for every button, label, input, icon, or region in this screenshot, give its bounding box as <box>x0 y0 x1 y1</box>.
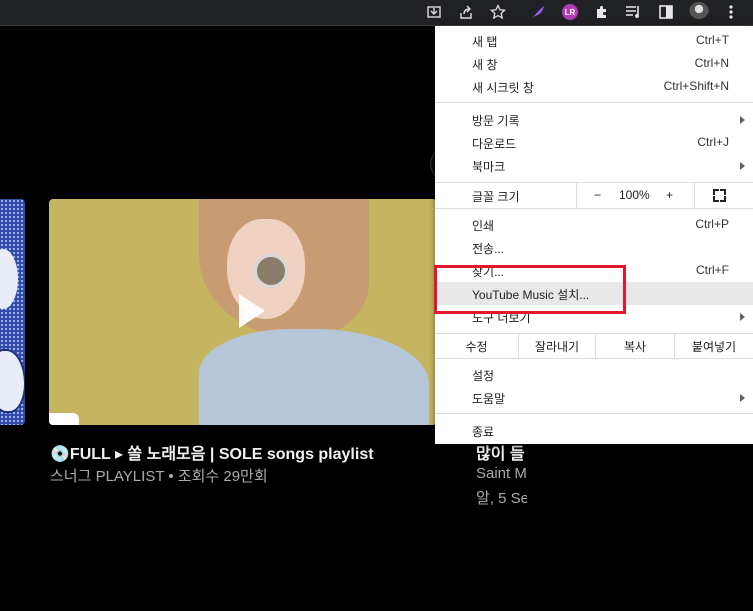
edit-label: 수정 <box>465 339 488 354</box>
lr-extension-icon[interactable]: LR <box>559 1 581 23</box>
menu-label: 새 탭 <box>472 35 498 49</box>
avatar-image <box>689 2 709 22</box>
thumb-chip <box>49 413 79 425</box>
menu-divider <box>435 413 753 414</box>
menu-label: 설정 <box>472 369 495 383</box>
next-video-stats: 알, 5 Se <box>476 490 527 507</box>
menu-shortcut: Ctrl+P <box>695 217 729 231</box>
menu-help[interactable]: 도움말 <box>435 386 753 409</box>
zoom-out-button[interactable]: − <box>594 188 601 202</box>
zoom-divider <box>576 183 577 208</box>
browser-toolbar: LR <box>0 0 753 26</box>
menu-zoom-row: 글꼴 크기 − 100% + <box>435 183 753 208</box>
next-video-channel: Saint M <box>476 465 527 482</box>
thumb-art <box>254 254 288 288</box>
menu-shortcut: Ctrl+Shift+N <box>663 79 729 93</box>
zoom-divider <box>694 183 695 208</box>
zoom-label: 글꼴 크기 <box>472 190 520 204</box>
thumb-art <box>199 329 429 425</box>
menu-divider <box>435 208 753 209</box>
menu-downloads[interactable]: 다운로드 Ctrl+J <box>435 131 753 154</box>
menu-label: 북마크 <box>472 160 506 174</box>
video-meta: 스너그 PLAYLIST • 조회수 29만회 <box>50 468 268 485</box>
copy-button[interactable]: 복사 <box>596 334 674 358</box>
bookmark-star-icon[interactable] <box>487 1 509 23</box>
cut-button[interactable]: 잘라내기 <box>519 334 595 358</box>
fullscreen-icon[interactable] <box>713 189 726 202</box>
menu-new-window[interactable]: 새 창 Ctrl+N <box>435 52 753 75</box>
thumb-art <box>0 349 25 413</box>
lr-badge: LR <box>562 4 578 20</box>
video-title[interactable]: 💿FULL ▸ 쏠 노래모음 | SOLE songs playlist <box>50 440 374 464</box>
thumb-art <box>0 249 18 309</box>
submenu-arrow-icon <box>740 116 745 124</box>
side-panel-icon[interactable] <box>655 1 677 23</box>
submenu-arrow-icon <box>740 162 745 170</box>
more-menu-icon[interactable] <box>720 1 742 23</box>
media-control-icon[interactable] <box>623 1 645 23</box>
paste-button[interactable]: 붙여넣기 <box>675 334 753 358</box>
highlight-box <box>434 265 626 314</box>
menu-shortcut: Ctrl+T <box>696 33 729 47</box>
menu-exit[interactable]: 종료 <box>435 419 753 442</box>
menu-shortcut: Ctrl+F <box>696 263 729 277</box>
menu-label: 다운로드 <box>472 137 517 151</box>
menu-divider <box>435 358 753 359</box>
profile-avatar[interactable] <box>688 1 710 23</box>
share-icon[interactable] <box>455 1 477 23</box>
previous-video-thumbnail[interactable] <box>0 199 25 425</box>
menu-label: 종료 <box>472 425 495 439</box>
browser-context-menu: 새 탭 Ctrl+T 새 창 Ctrl+N 새 시크릿 창 Ctrl+Shift… <box>435 26 753 444</box>
menu-shortcut: Ctrl+N <box>694 56 729 70</box>
menu-label: 도움말 <box>472 392 506 406</box>
submenu-arrow-icon <box>740 394 745 402</box>
menu-label: 인쇄 <box>472 219 495 233</box>
menu-print[interactable]: 인쇄 Ctrl+P <box>435 213 753 236</box>
feather-extension-icon[interactable] <box>527 1 549 23</box>
install-icon[interactable] <box>423 1 445 23</box>
menu-settings[interactable]: 설정 <box>435 363 753 386</box>
menu-bookmarks[interactable]: 북마크 <box>435 154 753 177</box>
menu-label: 방문 기록 <box>472 114 520 128</box>
zoom-in-button[interactable]: + <box>666 188 673 202</box>
menu-edit-row: 수정 잘라내기 복사 붙여넣기 <box>435 334 753 358</box>
zoom-level: 100% <box>619 188 650 202</box>
submenu-arrow-icon <box>740 313 745 321</box>
menu-label: 새 시크릿 창 <box>472 81 534 95</box>
extensions-puzzle-icon[interactable] <box>591 1 613 23</box>
menu-shortcut: Ctrl+J <box>697 135 729 149</box>
play-icon[interactable] <box>239 294 265 328</box>
menu-history[interactable]: 방문 기록 <box>435 108 753 131</box>
menu-divider <box>435 102 753 103</box>
menu-new-incognito[interactable]: 새 시크릿 창 Ctrl+Shift+N <box>435 75 753 98</box>
menu-label: 새 창 <box>472 58 498 72</box>
menu-label: 전송... <box>472 242 505 256</box>
menu-new-tab[interactable]: 새 탭 Ctrl+T <box>435 29 753 52</box>
menu-cast[interactable]: 전송... <box>435 236 753 259</box>
video-thumbnail[interactable] <box>49 199 437 425</box>
